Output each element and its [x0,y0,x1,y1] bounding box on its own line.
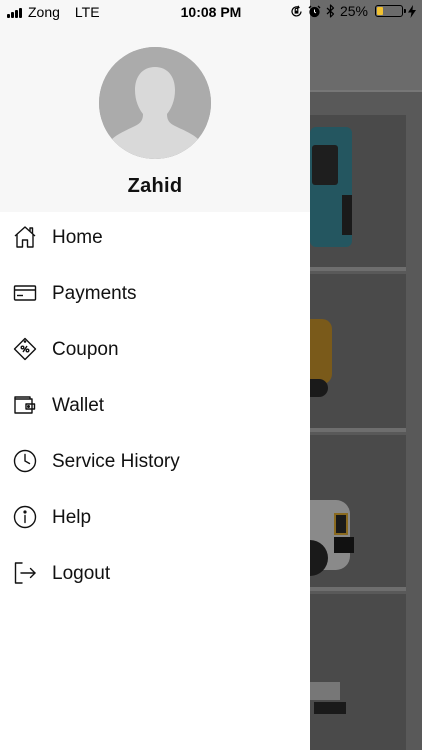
battery-percent: 25% [339,3,368,19]
home-icon [12,224,38,250]
logout-icon [12,560,38,586]
orientation-lock-icon [290,5,303,18]
background-vehicle-card [310,274,406,432]
menu-item-payments[interactable]: Payments [0,266,310,322]
background-vehicle-card [310,594,406,750]
wallet-icon [12,392,38,418]
menu-item-label: Help [52,507,92,528]
default-avatar-icon[interactable] [99,47,211,159]
alarm-icon [308,5,321,18]
charging-icon [408,4,416,18]
menu-item-label: Service History [52,451,180,472]
menu-item-coupon[interactable]: Coupon [0,322,310,378]
navigation-drawer: Zahid Home Payments Coupon Wallet Servic… [0,0,310,750]
background-vehicle-card [310,115,406,271]
status-bar: Zong LTE 10:08 PM 25% [0,0,422,24]
menu-item-wallet[interactable]: Wallet [0,378,310,434]
menu-item-home[interactable]: Home [0,210,310,266]
bluetooth-icon [326,4,335,18]
menu-item-label: Coupon [52,339,119,360]
menu-item-logout[interactable]: Logout [0,546,310,602]
user-name: Zahid [127,175,183,197]
menu-item-label: Logout [52,563,111,584]
battery-icon [375,5,406,17]
background-vehicle-card [310,435,406,591]
drawer-header: Zahid [0,0,310,212]
menu-item-help[interactable]: Help [0,490,310,546]
coupon-icon [12,336,38,362]
card-icon [12,280,38,306]
menu-item-service-history[interactable]: Service History [0,434,310,490]
clock-icon [12,448,38,474]
menu-item-label: Payments [52,283,137,304]
status-right: 25% [290,3,416,19]
menu-item-label: Wallet [52,395,105,416]
menu-item-label: Home [52,227,103,248]
drawer-menu: Home Payments Coupon Wallet Service Hist… [0,210,310,602]
info-icon [12,504,38,530]
